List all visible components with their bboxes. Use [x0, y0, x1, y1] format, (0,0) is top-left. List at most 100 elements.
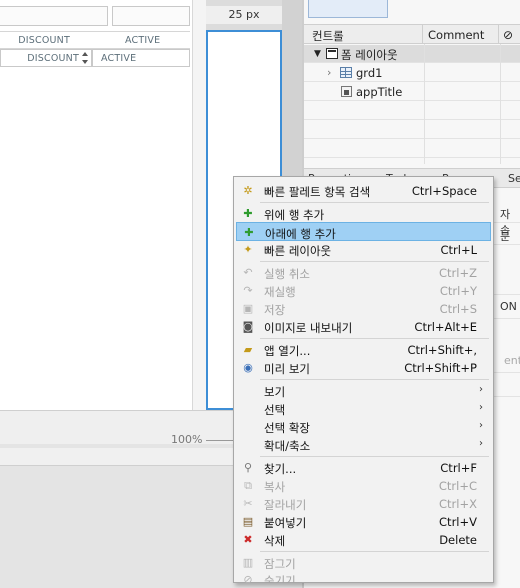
add-icon: ✚ [243, 207, 253, 220]
camera-icon: ◙ [242, 320, 254, 333]
menu-item-paste[interactable]: ▤ 붙여넣기 Ctrl+V [236, 512, 491, 531]
menu-label: 재실행 [264, 285, 296, 299]
context-menu: ✲ 빠른 팔레트 항목 검색 Ctrl+Space ✚ 위에 행 추가 ✚ 아래… [233, 176, 494, 583]
menu-item-export-image[interactable]: ◙ 이미지로 내보내기 Ctrl+Alt+E [236, 317, 491, 336]
menu-label: 빠른 팔레트 항목 검색 [264, 185, 371, 199]
header-cell-active[interactable]: ACTIVE [125, 32, 160, 49]
menu-label: 위에 행 추가 [264, 208, 325, 222]
preview-thumbnail[interactable] [308, 0, 388, 18]
add-icon: ✚ [244, 226, 254, 239]
tree-empty-row [304, 102, 520, 120]
redo-icon: ↷ [243, 284, 253, 297]
hide-icon: ⊘ [243, 573, 253, 583]
tree-empty-row [304, 121, 520, 139]
menu-shortcut: Ctrl+S [439, 302, 477, 316]
form-icon [326, 48, 338, 59]
cut-icon: ✂ [243, 497, 253, 510]
tree-item-grd1[interactable]: › grd1 [304, 64, 520, 82]
tree-item-label: 폼 레이아웃 [341, 48, 398, 62]
body-cell-discount[interactable]: DISCOUNT [27, 50, 79, 67]
grid-header-placeholder [0, 6, 108, 26]
menu-item-add-row-below[interactable]: ✚ 아래에 행 추가 [236, 222, 491, 241]
bulb-icon: ✦ [243, 243, 253, 256]
menu-label: 실행 취소 [264, 267, 310, 281]
menu-item-hide[interactable]: ⊘ 숨기기 [236, 570, 491, 583]
menu-label: 선택 확장 [264, 421, 310, 435]
tree-item-form-layout[interactable]: ▼ 폼 레이아웃 [304, 45, 520, 63]
menu-item-open-app[interactable]: ▰ 앱 열기... Ctrl+Shift+, [236, 340, 491, 359]
menu-item-quick-layout[interactable]: ✦ 빠른 레이아웃 Ctrl+L [236, 240, 491, 259]
menu-item-save[interactable]: ▣ 저장 Ctrl+S [236, 299, 491, 318]
find-icon: ⚲ [243, 461, 253, 474]
grid-header-placeholder [112, 6, 190, 26]
menu-item-zoom[interactable]: 확대/축소 › [236, 435, 491, 454]
menu-label: 잘라내기 [264, 498, 307, 512]
menu-item-quick-palette-search[interactable]: ✲ 빠른 팔레트 항목 검색 Ctrl+Space [236, 181, 491, 200]
submenu-arrow-icon: › [479, 402, 483, 413]
column-header-comment[interactable]: Comment [428, 28, 484, 42]
spinner-icon[interactable] [82, 51, 89, 65]
grid-designer-canvas[interactable]: DISCOUNT ACTIVE DISCOUNT ACTIVE [0, 0, 192, 410]
menu-label: 찾기... [264, 462, 297, 476]
column-header-control[interactable]: 컨트롤 [312, 28, 344, 44]
expand-icon[interactable]: › [327, 66, 331, 79]
menu-item-add-row-above[interactable]: ✚ 위에 행 추가 [236, 204, 491, 223]
tree-item-apptitle[interactable]: appTitle [304, 83, 520, 101]
property-fragment: 분 [500, 230, 511, 243]
menu-item-cut[interactable]: ✂ 잘라내기 Ctrl+X [236, 494, 491, 513]
menu-item-redo[interactable]: ↷ 재실행 Ctrl+Y [236, 281, 491, 300]
lock-icon: ▥ [242, 556, 254, 569]
menu-shortcut: Ctrl+Z [439, 266, 477, 280]
tab-se[interactable]: Se [508, 172, 520, 185]
tree-item-label: grd1 [356, 66, 383, 80]
canvas-divider [192, 0, 206, 410]
property-fragment: ON [500, 300, 517, 313]
visibility-icon[interactable]: ⊘ [503, 28, 513, 42]
menu-shortcut: Ctrl+X [439, 497, 477, 511]
menu-shortcut: Ctrl+F [440, 461, 477, 475]
menu-label: 복사 [264, 480, 286, 494]
menu-item-view[interactable]: 보기 › [236, 381, 491, 400]
preview-icon: ◉ [243, 361, 253, 374]
tree-empty-row [304, 140, 520, 158]
menu-item-delete[interactable]: ✖ 삭제 Delete [236, 530, 491, 549]
tree-item-label: appTitle [356, 85, 403, 99]
outline-header: 컨트롤 Comment ⊘ [304, 24, 520, 44]
menu-item-expand-selection[interactable]: 선택 확장 › [236, 417, 491, 436]
delete-icon: ✖ [243, 533, 253, 546]
menu-item-select[interactable]: 선택 › [236, 399, 491, 418]
collapse-icon[interactable]: ▼ [314, 49, 321, 59]
menu-shortcut: Ctrl+Y [439, 284, 477, 298]
menu-shortcut: Ctrl+C [438, 479, 477, 493]
static-icon [341, 86, 352, 97]
menu-shortcut: Ctrl+L [440, 243, 477, 257]
menu-label: 확대/축소 [264, 439, 311, 453]
menu-label: 삭제 [264, 534, 286, 548]
menu-item-copy[interactable]: ⧉ 복사 Ctrl+C [236, 476, 491, 495]
submenu-arrow-icon: › [479, 438, 483, 449]
open-folder-icon: ▰ [243, 343, 253, 356]
undo-icon: ↶ [243, 266, 253, 279]
grid-icon [340, 67, 352, 78]
menu-label: 미리 보기 [264, 362, 310, 376]
menu-item-preview[interactable]: ◉ 미리 보기 Ctrl+Shift+P [236, 358, 491, 377]
menu-label: 숨기기 [264, 574, 296, 583]
menu-shortcut: Ctrl+V [439, 515, 477, 529]
menu-item-undo[interactable]: ↶ 실행 취소 Ctrl+Z [236, 263, 491, 282]
menu-label: 선택 [264, 403, 286, 417]
palette-icon: ✲ [243, 184, 253, 197]
menu-item-find[interactable]: ⚲ 찾기... Ctrl+F [236, 458, 491, 477]
menu-label: 앱 열기... [264, 344, 311, 358]
property-fragment: ent [504, 354, 520, 367]
header-cell-discount[interactable]: DISCOUNT [18, 32, 70, 49]
menu-shortcut: Ctrl+Alt+E [414, 320, 477, 334]
body-cell-active[interactable]: ACTIVE [101, 50, 136, 67]
menu-label: 빠른 레이아웃 [264, 244, 332, 258]
menu-shortcut: Ctrl+Space [411, 184, 477, 198]
column-divider [500, 44, 501, 164]
column-width-label: 25 px [206, 6, 282, 24]
menu-shortcut: Ctrl+Shift+, [407, 343, 477, 357]
submenu-arrow-icon: › [479, 420, 483, 431]
menu-shortcut: Delete [439, 533, 477, 547]
column-divider [424, 44, 425, 164]
